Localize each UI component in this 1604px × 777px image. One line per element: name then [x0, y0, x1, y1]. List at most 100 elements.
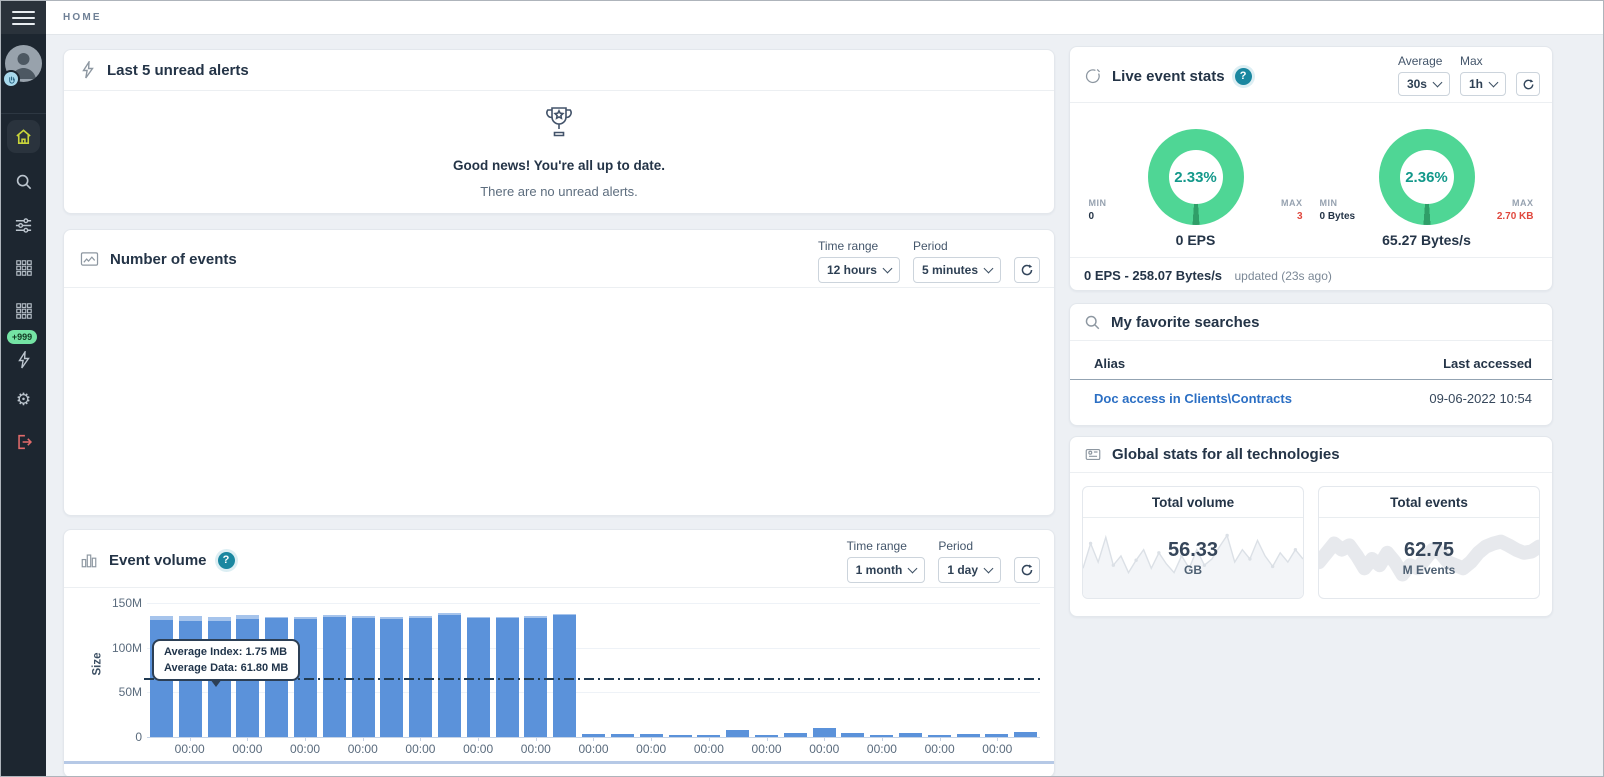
volume-bar[interactable]	[352, 616, 375, 737]
bar-slot	[637, 603, 666, 737]
table-header: Alias Last accessed	[1070, 341, 1552, 380]
time-range-select[interactable]: 1 month	[847, 557, 926, 583]
event-volume-plot: Average Index: 1.75 MB Average Data: 61.…	[147, 603, 1040, 738]
volume-bar[interactable]	[784, 733, 807, 737]
bar-slot	[752, 603, 781, 737]
time-range-select[interactable]: 12 hours	[818, 257, 900, 283]
min-value: 0	[1089, 211, 1141, 222]
average-select[interactable]: 30s	[1398, 72, 1450, 96]
volume-bar[interactable]	[409, 616, 432, 737]
help-icon[interactable]: ?	[1235, 68, 1252, 85]
data-segment	[957, 734, 980, 737]
data-segment	[755, 735, 778, 737]
data-segment	[553, 615, 576, 737]
sidebar-item-logout[interactable]	[1, 425, 46, 459]
max-label: MAX	[1251, 198, 1303, 208]
data-segment	[726, 730, 749, 737]
bar-slot	[781, 603, 810, 737]
bar-slot	[983, 603, 1012, 737]
volume-bar[interactable]	[1014, 732, 1037, 737]
data-segment	[841, 733, 864, 737]
total-volume-value: 56.33	[1168, 539, 1218, 561]
volume-bar[interactable]	[611, 734, 634, 737]
card-title: Live event stats	[1112, 68, 1225, 85]
volume-bar[interactable]	[755, 735, 778, 737]
table-row[interactable]: Doc access in Clients\Contracts 09-06-20…	[1070, 380, 1552, 406]
period-label: Period	[913, 239, 1001, 253]
volume-bar[interactable]	[841, 733, 864, 737]
help-icon[interactable]: ?	[218, 552, 235, 569]
volume-bar[interactable]	[380, 617, 403, 737]
sidebar-item-dashboards[interactable]	[1, 251, 46, 285]
refresh-icon	[1020, 263, 1034, 277]
bar-slot	[550, 603, 579, 737]
volume-bar[interactable]	[669, 735, 692, 737]
volume-bar[interactable]	[553, 614, 576, 737]
average-control: Average 30s	[1398, 54, 1450, 96]
counter-device-icon	[1084, 446, 1102, 463]
bar-slot	[493, 603, 522, 737]
sidebar-item-alerts[interactable]	[1, 343, 46, 377]
bar-slot	[896, 603, 925, 737]
x-tick: 00:00	[463, 742, 493, 756]
volume-bar[interactable]	[697, 735, 720, 737]
stat-tiles: Total volume 56.33 GB Total events 62.75…	[1070, 473, 1552, 599]
refresh-button[interactable]	[1014, 557, 1040, 583]
sidebar-item-apps[interactable]	[1, 294, 46, 328]
topbar: HOME	[46, 1, 1603, 35]
volume-bar[interactable]	[467, 617, 490, 737]
total-events-value: 62.75	[1404, 539, 1454, 561]
volume-bar[interactable]	[438, 613, 461, 737]
x-tick: 00:00	[175, 742, 205, 756]
sidebar-item-settings[interactable]: ⚙	[1, 383, 46, 417]
bytes-donut: 2.36%	[1379, 129, 1475, 225]
max-select[interactable]: 1h	[1460, 72, 1506, 96]
max-label: Max	[1460, 54, 1506, 68]
volume-bar[interactable]	[899, 733, 922, 737]
volume-bar[interactable]	[985, 734, 1008, 737]
volume-bar[interactable]	[726, 730, 749, 737]
card-header: Last 5 unread alerts	[64, 50, 1054, 91]
volume-bar[interactable]	[813, 728, 836, 737]
volume-bar[interactable]	[496, 617, 519, 737]
grid-icon	[15, 259, 33, 277]
chevron-down-icon	[908, 564, 918, 574]
number-of-events-card: Number of events Time range 12 hours Per…	[63, 229, 1055, 516]
sidebar-item-search[interactable]	[1, 165, 46, 199]
period-select[interactable]: 5 minutes	[913, 257, 1001, 283]
bar-slot	[694, 603, 723, 737]
refresh-button[interactable]	[1014, 257, 1040, 283]
bar-slot	[925, 603, 954, 737]
search-icon	[15, 173, 33, 191]
volume-bar[interactable]	[323, 615, 346, 737]
sidebar-item-filters[interactable]	[1, 208, 46, 242]
x-tick: 00:00	[636, 742, 666, 756]
volume-bar[interactable]	[582, 734, 605, 737]
bar-slot	[723, 603, 752, 737]
volume-bar[interactable]	[957, 734, 980, 737]
empty-state: Good news! You're all up to date. There …	[64, 91, 1054, 199]
volume-bar[interactable]	[928, 735, 951, 737]
x-tick	[955, 742, 983, 756]
gauge-caption: 0 EPS	[1176, 232, 1216, 248]
empty-state-title: Good news! You're all up to date.	[64, 158, 1054, 173]
x-tick	[493, 742, 521, 756]
footer-updated: updated (23s ago)	[1234, 269, 1331, 283]
bar-slot	[522, 603, 551, 737]
data-segment	[784, 733, 807, 737]
favorite-search-link[interactable]: Doc access in Clients\Contracts	[1094, 391, 1292, 406]
time-range-control: Time range 1 month	[847, 539, 926, 583]
chart-bottom-rule	[64, 761, 1054, 764]
bar-slot	[406, 603, 435, 737]
period-select[interactable]: 1 day	[938, 557, 1001, 583]
x-tick: 00:00	[925, 742, 955, 756]
volume-bar[interactable]	[524, 616, 547, 737]
hamburger-menu-button[interactable]	[1, 1, 46, 34]
event-volume-yticks: 150M100M50M0	[94, 603, 142, 737]
volume-bar[interactable]	[640, 734, 663, 737]
volume-bar[interactable]	[870, 735, 893, 737]
chevron-down-icon	[1433, 78, 1443, 88]
refresh-button[interactable]	[1516, 72, 1540, 96]
hamburger-icon	[12, 11, 35, 13]
sidebar-item-home[interactable]	[1, 119, 46, 153]
